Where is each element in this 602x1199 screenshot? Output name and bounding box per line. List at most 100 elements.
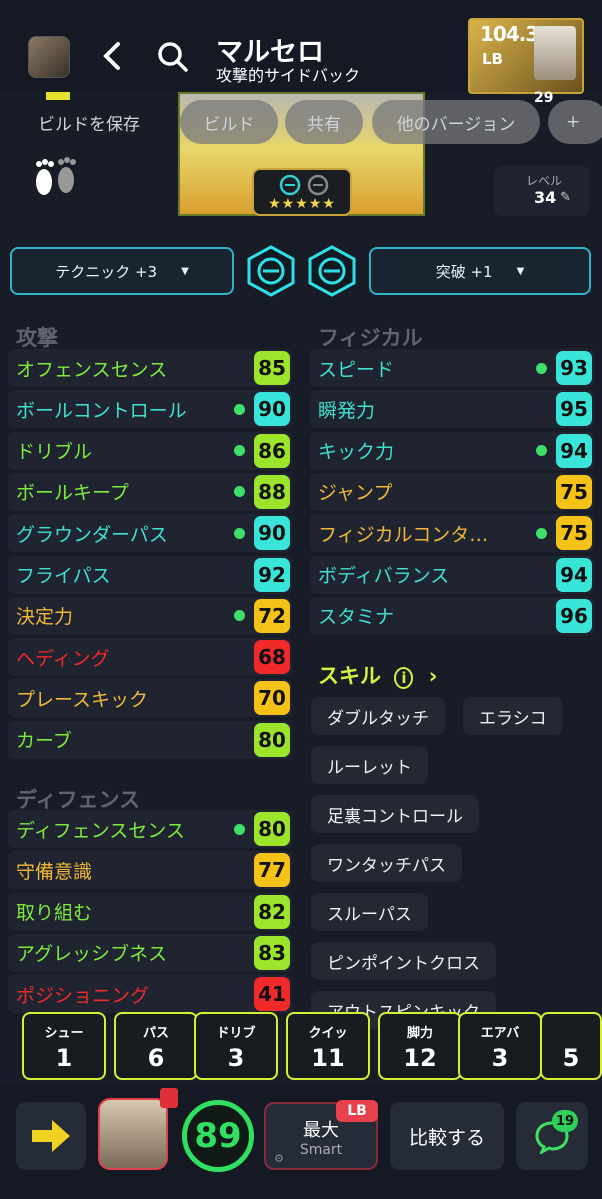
boost-dot-icon bbox=[234, 486, 245, 498]
progression-value: 11 bbox=[311, 1044, 345, 1072]
level-label: レベル bbox=[526, 174, 563, 188]
stat-name: フィジカルコンタ… bbox=[318, 523, 489, 546]
skill-chip[interactable]: ダブルタッチ bbox=[311, 697, 445, 735]
stat-value: 86 bbox=[254, 433, 290, 468]
stat-row: ヘディング 68 bbox=[8, 638, 292, 677]
footprints-icon[interactable] bbox=[30, 156, 82, 208]
stat-value: 92 bbox=[254, 557, 290, 592]
stat-name: ジャンプ bbox=[318, 482, 393, 505]
progression-label: クイッ bbox=[308, 1026, 348, 1041]
stat-row: ジャンプ 75 bbox=[310, 472, 594, 511]
skills-title: スキル bbox=[318, 664, 381, 688]
skill-chip[interactable]: ワンタッチパス bbox=[311, 844, 462, 882]
stat-value: 93 bbox=[556, 351, 592, 385]
tab-add[interactable]: + bbox=[548, 100, 602, 144]
progression-label: パス bbox=[142, 1026, 169, 1041]
progression-box[interactable]: 5 bbox=[540, 1012, 602, 1080]
gear-icon: ⚙ bbox=[274, 1152, 284, 1165]
stat-name: キック力 bbox=[318, 441, 395, 464]
stat-name: ボディバランス bbox=[318, 565, 450, 587]
section-physical: フィジカル bbox=[318, 326, 423, 350]
stat-value: 94 bbox=[556, 433, 592, 468]
skill-chip[interactable]: スルーパス bbox=[311, 893, 428, 931]
level-value: 34 bbox=[534, 188, 557, 207]
stat-value: 70 bbox=[254, 681, 290, 716]
tab-other-versions[interactable]: 他のバージョン bbox=[372, 100, 540, 144]
stat-row: ボールコントロール 90 bbox=[8, 390, 292, 429]
stat-value: 95 bbox=[556, 392, 592, 427]
booster-hex-icon-2 bbox=[305, 244, 359, 298]
tab-save-build[interactable]: ビルドを保存 bbox=[38, 110, 140, 140]
stat-row: オフェンスセンス 85 bbox=[8, 349, 292, 387]
stat-row: 瞬発力 95 bbox=[310, 390, 594, 429]
stat-row: プレースキック 70 bbox=[8, 679, 292, 718]
progression-value: 3 bbox=[227, 1044, 245, 1072]
stat-name: カーブ bbox=[16, 730, 72, 753]
progression-box[interactable]: ドリブ 3 bbox=[194, 1012, 278, 1080]
stat-row: カーブ 80 bbox=[8, 720, 292, 759]
lb-badge: LB bbox=[336, 1100, 378, 1122]
section-attack: 攻撃 bbox=[16, 326, 58, 350]
manager-avatar[interactable] bbox=[98, 1098, 168, 1170]
progression-label: 脚力 bbox=[406, 1026, 433, 1041]
progression-label: ドリブ bbox=[216, 1026, 256, 1041]
stat-value: 68 bbox=[254, 640, 290, 675]
level-box[interactable]: レベル 34 ✎ bbox=[494, 166, 590, 216]
stat-row: アグレッシブネス 83 bbox=[8, 933, 292, 972]
stat-row: スピード 93 bbox=[310, 349, 594, 387]
tab-share[interactable]: 共有 bbox=[285, 100, 363, 144]
yellow-marker bbox=[46, 92, 70, 100]
booster-dropdown-right[interactable]: 突破 +1 ▼ bbox=[369, 247, 591, 295]
tab-build[interactable]: ビルド bbox=[180, 100, 278, 144]
progression-box[interactable]: クイッ 11 bbox=[286, 1012, 370, 1080]
skill-chip[interactable]: 足裏コントロール bbox=[311, 795, 479, 833]
progression-box[interactable]: エアバ 3 bbox=[458, 1012, 542, 1080]
search-icon[interactable] bbox=[156, 40, 190, 74]
back-icon[interactable] bbox=[98, 40, 128, 72]
boost-dot-icon bbox=[536, 445, 547, 457]
stat-value: 75 bbox=[556, 516, 592, 551]
skill-chip[interactable]: ルーレット bbox=[311, 746, 428, 784]
progression-box[interactable]: パス 6 bbox=[114, 1012, 198, 1080]
booster-dropdown-left[interactable]: テクニック +3 ▼ bbox=[10, 247, 234, 295]
skill-chip[interactable]: ピンポイントクロス bbox=[311, 942, 496, 980]
edit-icon[interactable]: ✎ bbox=[560, 190, 571, 205]
card-number: 29 bbox=[534, 90, 554, 106]
stat-name: 守備意識 bbox=[16, 860, 93, 883]
lock-icon bbox=[160, 1088, 178, 1108]
next-button[interactable] bbox=[16, 1102, 86, 1170]
stat-value: 96 bbox=[556, 598, 592, 633]
progression-box[interactable]: シュー 1 bbox=[22, 1012, 106, 1080]
booster-right-label: 突破 +1 bbox=[435, 262, 493, 281]
booster-hex-icon bbox=[244, 244, 298, 298]
stat-name: オフェンスセンス bbox=[16, 358, 168, 381]
stat-value: 77 bbox=[254, 853, 290, 888]
user-avatar[interactable] bbox=[28, 36, 70, 78]
stat-value: 85 bbox=[254, 351, 290, 385]
stat-name: プレースキック bbox=[16, 688, 149, 711]
stat-value: 72 bbox=[254, 598, 290, 633]
stat-name: アグレッシブネス bbox=[16, 943, 168, 966]
stat-value: 88 bbox=[254, 474, 290, 509]
info-icon[interactable]: i bbox=[394, 667, 414, 689]
progression-value: 1 bbox=[55, 1044, 73, 1072]
chat-button[interactable]: 19 bbox=[516, 1102, 588, 1170]
stat-name: グラウンダーパス bbox=[16, 523, 168, 546]
stat-name: 瞬発力 bbox=[318, 399, 376, 422]
stat-value: 41 bbox=[254, 977, 290, 1012]
skill-chip[interactable]: エラシコ bbox=[463, 697, 563, 735]
stat-value: 82 bbox=[254, 894, 290, 929]
boost-dot-icon bbox=[234, 527, 245, 539]
stat-row: フライパス 92 bbox=[8, 555, 292, 594]
player-card[interactable]: 104.37 LB bbox=[468, 18, 584, 94]
stat-row: スタミナ 96 bbox=[310, 596, 594, 635]
progression-box[interactable]: 脚力 12 bbox=[378, 1012, 462, 1080]
skills-header[interactable]: スキル i › bbox=[318, 660, 437, 690]
stat-name: ドリブル bbox=[16, 441, 93, 464]
chevron-right-icon[interactable]: › bbox=[429, 664, 438, 688]
stat-value: 90 bbox=[254, 516, 290, 551]
progression-value: 12 bbox=[403, 1044, 437, 1072]
compare-button[interactable]: 比較する bbox=[390, 1102, 504, 1170]
boost-dot-icon bbox=[536, 362, 547, 374]
stat-name: フライパス bbox=[16, 565, 111, 587]
